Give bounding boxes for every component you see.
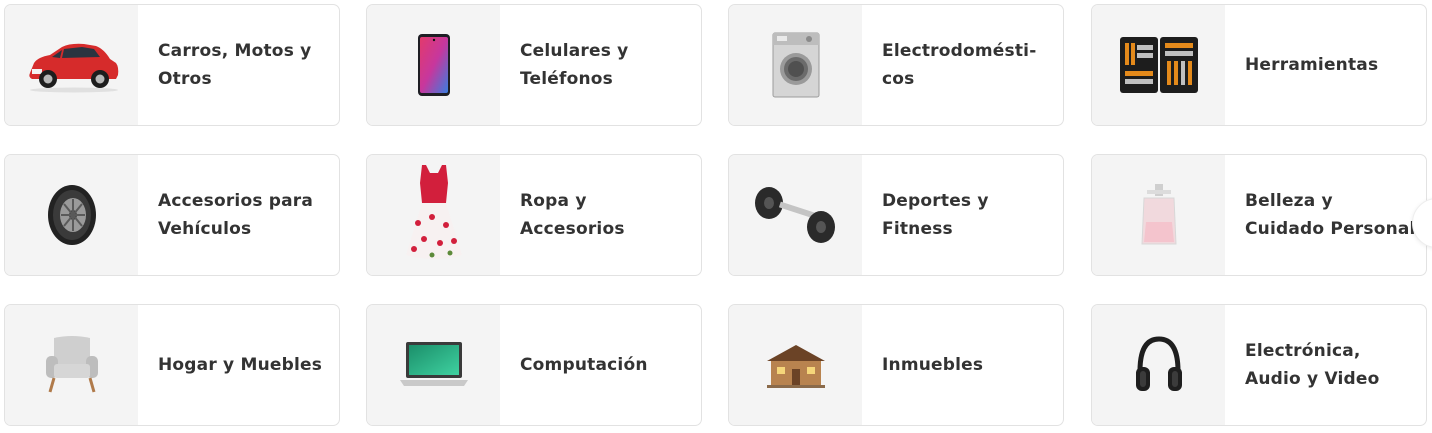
category-card-herramientas[interactable]: Herramientas [1091,4,1427,126]
category-thumb [1092,5,1225,125]
category-label: Belleza y Cuidado Personal [1245,191,1416,239]
category-card-computacion[interactable]: Computación [366,304,702,426]
toolkit-icon [1119,37,1198,93]
category-card-accesorios-vehiculos[interactable]: Accesorios para Vehículos [4,154,340,276]
category-label: Herramientas [1245,55,1379,75]
category-thumb [1092,305,1225,425]
category-label: Computación [520,355,648,375]
category-card-electronica[interactable]: Electrónica, Audio y Video [1091,304,1427,426]
category-grid: Carros, Motos y Otros Celulares y Teléfo… [0,0,1432,433]
headphones-icon [1135,336,1182,391]
armchair-icon [45,336,98,393]
category-thumb [367,5,500,125]
category-thumb [729,5,862,125]
category-card-ropa[interactable]: Ropa y Accesorios [366,154,702,276]
category-card-inmuebles[interactable]: Inmuebles [728,304,1064,426]
category-label: Deportes y Fitness [882,191,989,239]
category-label: Carros, Motos y Otros [158,41,312,89]
category-thumb [1092,155,1225,275]
category-label: Celulares y Teléfonos [520,41,629,89]
category-label: Ropa y Accesorios [520,191,625,239]
category-thumb [367,155,500,275]
tire-icon [47,185,96,245]
category-card-deportes[interactable]: Deportes y Fitness [728,154,1064,276]
category-label: Electrodomésti-cos [882,41,1037,89]
category-thumb [729,155,862,275]
category-label: Accesorios para Vehículos [158,191,314,239]
category-label: Hogar y Muebles [158,355,323,375]
category-thumb [729,305,862,425]
washing-machine-icon [772,32,819,98]
category-label: Electrónica, Audio y Video [1245,341,1380,389]
category-card-electrodomesticos[interactable]: Electrodomésti-cos [728,4,1064,126]
smartphone-icon [417,34,450,96]
category-thumb [5,155,138,275]
dumbbell-icon [754,187,835,243]
laptop-icon [399,342,468,386]
category-thumb [5,5,138,125]
category-card-carros[interactable]: Carros, Motos y Otros [4,4,340,126]
perfume-icon [1140,184,1177,245]
car-icon [28,43,118,93]
category-card-celulares[interactable]: Celulares y Teléfonos [366,4,702,126]
category-card-belleza[interactable]: Belleza y Cuidado Personal [1091,154,1427,276]
category-card-hogar[interactable]: Hogar y Muebles [4,304,340,426]
house-icon [766,345,825,388]
category-thumb [5,305,138,425]
category-thumb [367,305,500,425]
dress-icon [405,165,462,259]
category-label: Inmuebles [882,355,984,375]
